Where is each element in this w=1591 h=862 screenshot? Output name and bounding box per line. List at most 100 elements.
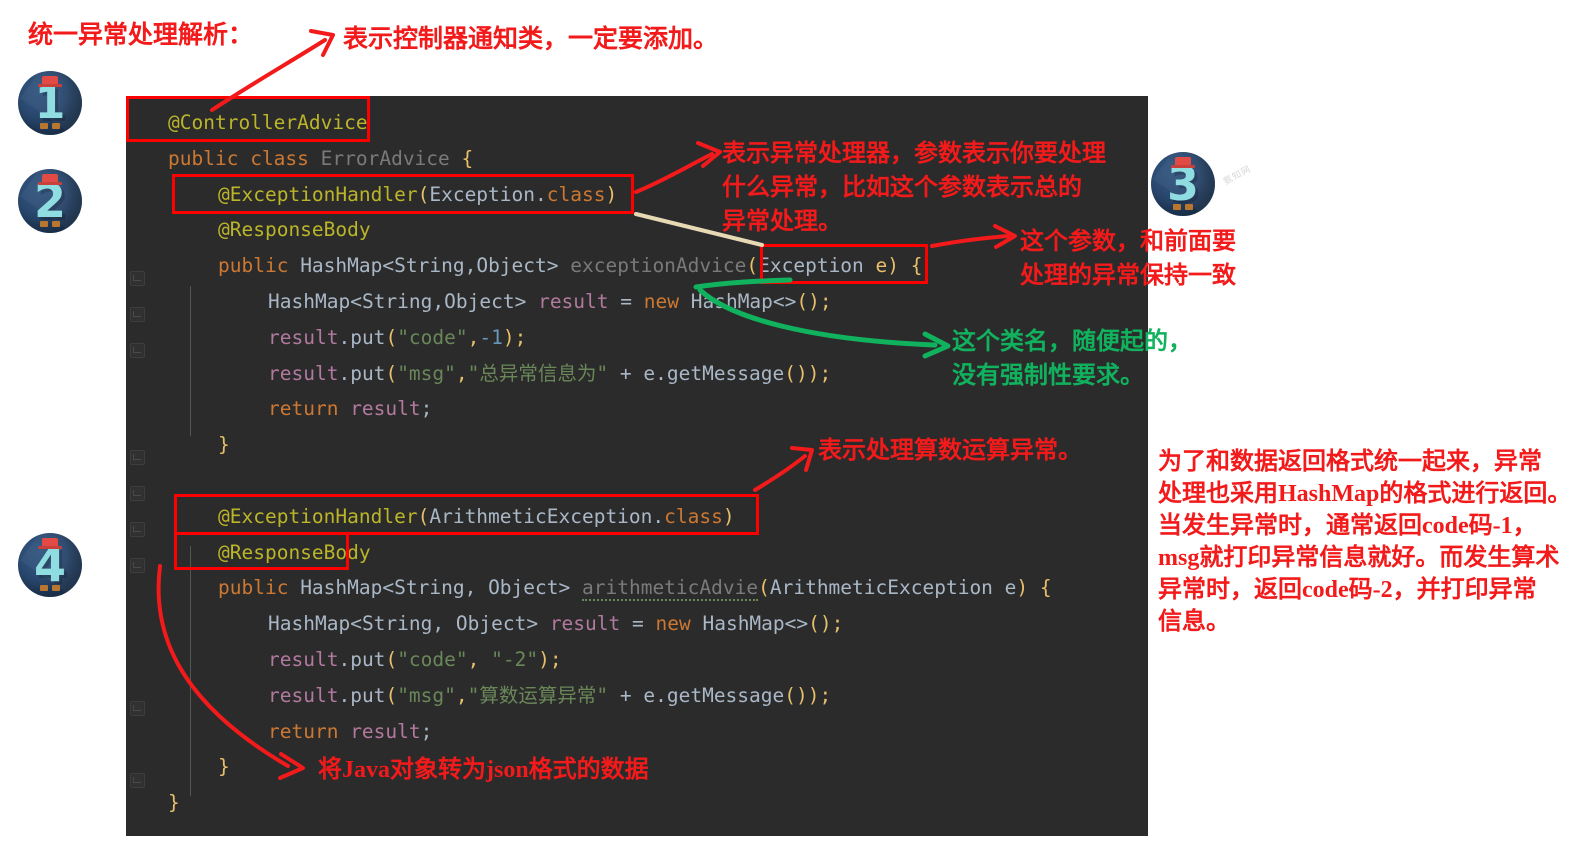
code-token: { — [461, 146, 474, 170]
code-token: ) — [1016, 576, 1029, 600]
code-token: > — [546, 254, 571, 278]
code-token: @ResponseBody — [218, 218, 371, 242]
code-token: . — [338, 648, 351, 671]
code-line: return result; — [126, 714, 1290, 750]
annotation-hashmap-format: 为了和数据返回格式统一起来，异常 处理也采用HashMap的格式进行返回。 当发… — [1158, 449, 1572, 635]
annotation-exception-handler: 表示异常处理器，参数表示你要处理 什么异常，比如这个参数表示总的 异常处理。 — [722, 141, 1106, 236]
highlight-box-controller-advice — [126, 96, 370, 142]
code-line: return result; — [126, 391, 1290, 427]
code-token: String — [361, 612, 433, 636]
code-token: { — [1039, 576, 1052, 600]
code-token: } — [218, 433, 230, 457]
annotation-method-name: 这个类名，随便起的， 没有强制性要求。 — [952, 329, 1192, 390]
code-token: () — [808, 612, 832, 636]
code-token: ( — [385, 361, 398, 385]
code-token: class — [250, 146, 321, 170]
annotation-arithmetic: 表示处理算数运算异常。 — [818, 438, 1082, 464]
code-token: = — [620, 612, 656, 636]
code-token: . — [338, 683, 351, 707]
code-token: -1 — [479, 325, 503, 349]
page-title: 统一异常处理解析： — [28, 22, 254, 49]
code-token: = — [608, 290, 644, 313]
code-token: public — [218, 254, 301, 278]
code-token: Object — [455, 612, 527, 636]
badge-1: 1 — [18, 71, 82, 135]
code-token: , — [432, 290, 445, 313]
code-token: HashMap — [300, 254, 383, 278]
code-token: HashMap — [690, 290, 773, 313]
badge-hat-icon — [38, 174, 62, 185]
code-token: , — [432, 612, 456, 636]
code-token: , — [467, 325, 480, 349]
code-token: "-2" — [491, 648, 539, 671]
code-token: ( — [385, 325, 398, 349]
code-token: ( — [758, 576, 770, 600]
highlight-box-arithmetic-handler — [174, 494, 759, 535]
code-line: result.put("msg","算数运算异常" + e.getMessage… — [126, 678, 1290, 714]
code-token: result — [549, 612, 621, 636]
code-token: . — [338, 325, 351, 349]
code-token: ; — [819, 683, 832, 707]
code-token: e — [643, 683, 656, 707]
code-token: result — [268, 648, 339, 671]
code-token: } — [218, 755, 230, 779]
code-token: < — [350, 290, 362, 313]
code-token: HashMap — [268, 290, 351, 313]
code-token: , — [467, 648, 492, 671]
code-token: arithmeticAdvie — [582, 576, 759, 602]
code-token: < — [382, 576, 395, 600]
code-token: > — [558, 576, 582, 600]
code-token: ArithmeticException — [769, 576, 1005, 600]
code-token: HashMap — [702, 612, 785, 636]
code-line: result.put("code", "-2"); — [126, 642, 1290, 678]
code-token: () — [796, 290, 820, 313]
code-token: result — [268, 683, 339, 707]
code-token: < — [382, 254, 395, 278]
badge-2: 2 — [18, 169, 82, 233]
code-token: "code" — [397, 648, 468, 671]
code-token: "算数运算异常" — [467, 683, 609, 707]
code-token: ; — [420, 397, 433, 421]
highlight-box-exception-handler — [172, 174, 634, 214]
code-token: put — [350, 648, 386, 671]
code-token: result — [268, 325, 339, 349]
code-line: HashMap<String, Object> result = new Has… — [126, 606, 1290, 642]
code-token: + — [608, 361, 644, 385]
code-token: public — [168, 146, 251, 170]
code-token: <> — [772, 290, 797, 313]
code-token: result — [268, 361, 339, 385]
code-token: ; — [831, 612, 844, 636]
code-token: } — [168, 791, 180, 815]
code-token: return — [268, 397, 351, 421]
code-token: , — [455, 361, 468, 385]
badge-feet-icon — [1173, 204, 1193, 210]
code-token: "总异常信息为" — [467, 361, 609, 385]
code-token: ; — [819, 361, 832, 385]
badge-3: 3 — [1151, 152, 1215, 216]
code-token: HashMap — [268, 612, 351, 636]
code-line: } — [126, 749, 1240, 785]
code-line: public HashMap<String, Object> arithmeti… — [126, 570, 1240, 606]
code-token: result — [350, 397, 421, 421]
badge-feet-icon — [40, 123, 60, 129]
code-token: <> — [784, 612, 809, 636]
highlight-box-exception-param — [760, 244, 928, 284]
code-token: . — [338, 361, 351, 385]
badge-feet-icon — [40, 585, 60, 591]
code-token: new — [655, 612, 703, 636]
code-token: "code" — [397, 325, 468, 349]
code-token: "msg" — [397, 683, 456, 707]
code-token: String — [361, 290, 433, 313]
code-token: new — [643, 290, 691, 313]
code-token: "msg" — [397, 361, 456, 385]
badge-hat-icon — [38, 76, 62, 87]
code-token: getMessage — [666, 683, 785, 707]
code-token: String — [394, 254, 465, 278]
code-token: ()) — [784, 683, 820, 707]
annotation-json-convert: 将Java对象转为json格式的数据 — [318, 757, 649, 783]
code-token: HashMap — [300, 576, 383, 600]
code-token: + — [608, 683, 644, 707]
annotation-controller-advice: 表示控制器通知类，一定要添加。 — [343, 26, 719, 53]
highlight-box-response-body — [174, 532, 349, 570]
